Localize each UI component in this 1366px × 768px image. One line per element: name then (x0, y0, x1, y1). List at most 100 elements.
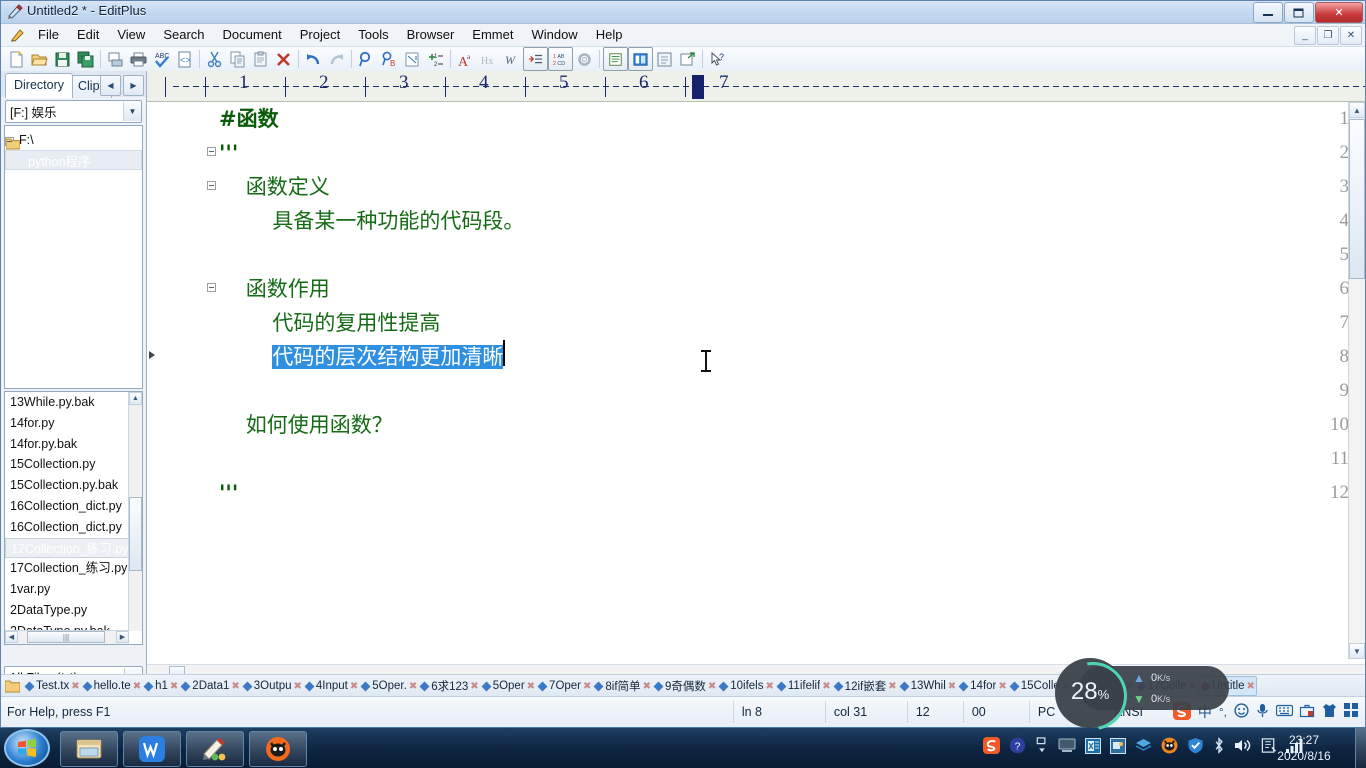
help-pointer-icon[interactable]: ? (706, 48, 729, 70)
list-item[interactable]: 13While.py.bak (5, 392, 142, 413)
document-tab[interactable]: 13Whil ✖ (898, 676, 958, 696)
list-item[interactable]: 2DataType.py (5, 600, 142, 621)
redo-icon[interactable] (325, 48, 348, 70)
code-line[interactable]: 11 (147, 442, 1349, 476)
tree-node-root[interactable]: F:\ (5, 130, 142, 150)
line-numbers-icon[interactable]: 12 (424, 48, 447, 70)
menu-file[interactable]: File (29, 24, 68, 46)
list-item[interactable]: 14for.py.bak (5, 434, 142, 455)
external-browser-icon[interactable] (676, 48, 699, 70)
menu-window[interactable]: Window (522, 24, 586, 46)
close-icon[interactable]: ✖ (294, 681, 302, 692)
code-line[interactable]: 10 如何使用函数？ (147, 408, 1349, 442)
editor-vertical-scrollbar[interactable]: ▲ ▼ (1348, 102, 1365, 659)
tabbar-folder-icon[interactable] (1, 680, 23, 693)
scroll-up-icon[interactable]: ▲ (1349, 102, 1365, 118)
maximize-button[interactable] (1284, 2, 1314, 23)
list-item[interactable]: 15Collection.py (5, 454, 142, 475)
xls-icon[interactable] (1085, 737, 1101, 759)
chevron-down-icon[interactable]: ▼ (123, 102, 141, 121)
menu-project[interactable]: Project (291, 24, 349, 46)
close-icon[interactable]: ✖ (948, 681, 956, 692)
close-icon[interactable]: ✖ (766, 681, 774, 692)
html-toolbar-icon[interactable]: <> (173, 48, 196, 70)
network-speed-widget[interactable]: 28% ▲ ▼ 0K/s 0K/s (1045, 648, 1230, 744)
list-item[interactable]: 14for.py (5, 413, 142, 434)
file-list-horizontal-scrollbar[interactable]: ◀ ||| ▶ (5, 630, 129, 644)
shield-icon[interactable] (1187, 737, 1204, 759)
document-tab[interactable]: 11ifelif ✖ (775, 676, 832, 696)
close-icon[interactable]: ✖ (350, 681, 358, 692)
close-icon[interactable]: ✖ (1247, 681, 1255, 692)
tree-node-python[interactable]: python程序 (5, 137, 142, 170)
document-tab[interactable]: 12if嵌套 ✖ (832, 676, 898, 696)
settings-icon[interactable] (573, 48, 596, 70)
document-tab[interactable]: Test.tx ✖ (23, 676, 81, 696)
show-hidden-icons-icon[interactable] (1035, 737, 1049, 759)
document-tab[interactable]: 6求123 ✖ (418, 676, 479, 696)
volume-icon[interactable] (1234, 738, 1252, 758)
scrollbar-thumb[interactable] (1349, 119, 1365, 279)
code-line[interactable]: 6 函数作用 (147, 272, 1349, 306)
document-tab[interactable]: 4Input ✖ (303, 676, 359, 696)
scroll-right-icon[interactable]: ▶ (116, 631, 129, 643)
code-line[interactable]: 9 (147, 374, 1350, 408)
hex-icon[interactable]: Hx (477, 48, 500, 70)
sort-icon[interactable]: 1 2 AB CD (548, 47, 573, 71)
find-icon[interactable] (355, 48, 378, 70)
toolbox-icon[interactable] (1299, 704, 1315, 721)
indent-icon[interactable] (523, 47, 548, 71)
taskbar-editplus-button[interactable] (186, 731, 244, 767)
new-file-icon[interactable] (5, 48, 28, 70)
file-list-vertical-scrollbar[interactable]: ▲ (128, 392, 142, 631)
mdi-restore-button[interactable]: ❐ (1317, 26, 1339, 45)
code-line[interactable]: 3 函数定义 (147, 170, 1349, 204)
close-icon[interactable]: ✖ (409, 681, 417, 692)
taskbar-clock[interactable]: 23:27 2020/8/16 (1258, 732, 1350, 764)
cut-icon[interactable] (203, 48, 226, 70)
menu-edit[interactable]: Edit (68, 24, 108, 46)
document-tab[interactable]: hello.te ✖ (81, 676, 142, 696)
close-icon[interactable]: ✖ (470, 681, 478, 692)
close-icon[interactable]: ✖ (71, 681, 79, 692)
close-icon[interactable]: ✖ (998, 681, 1006, 692)
help-icon[interactable]: ? (1009, 737, 1026, 759)
document-tab[interactable]: 2Data1 ✖ (179, 676, 240, 696)
screenshot-icon[interactable] (1110, 737, 1126, 759)
fold-toggle-icon[interactable] (207, 147, 216, 156)
replace-icon[interactable]: B (378, 48, 401, 70)
document-tab[interactable]: 8if简单 ✖ (592, 676, 652, 696)
document-tab[interactable]: h1 ✖ (142, 676, 179, 696)
code-view[interactable]: 1 #函数 2 ''' 3 函数定义 4 具备某一种功能的代码段。 5 6 函数作用 7 代码的… (147, 102, 1349, 659)
list-item[interactable]: 15Collection.py.bak (5, 475, 142, 496)
code-line[interactable]: 2 ''' (147, 136, 1349, 170)
user-tools-icon[interactable] (628, 47, 653, 71)
close-icon[interactable]: ✖ (583, 681, 591, 692)
scrollbar-thumb[interactable] (129, 497, 142, 571)
file-list[interactable]: 13While.py.bak 14for.py 14for.py.bak 15C… (4, 391, 143, 645)
browser-preview-icon[interactable] (653, 48, 676, 70)
close-icon[interactable]: ✖ (170, 681, 178, 692)
close-icon[interactable]: ✖ (888, 681, 896, 692)
code-line[interactable]: 4 具备某一种功能的代码段。 (147, 204, 1349, 238)
document-tab[interactable]: 9奇偶数 ✖ (652, 676, 717, 696)
list-item[interactable]: 17Collection_练习.py (5, 558, 142, 579)
menu-emmet[interactable]: Emmet (463, 24, 522, 46)
print-preview-icon[interactable] (104, 48, 127, 70)
paste-icon[interactable] (249, 48, 272, 70)
word-wrap-icon[interactable]: W (500, 48, 523, 70)
save-all-icon[interactable] (74, 48, 97, 70)
drive-select[interactable]: [F:] 娱乐 ▼ (5, 100, 142, 123)
list-item[interactable]: 16Collection_dict.py (5, 496, 142, 517)
mdi-close-button[interactable]: ✕ (1340, 26, 1362, 45)
close-icon[interactable]: ✖ (133, 681, 141, 692)
skin-icon[interactable] (1322, 703, 1337, 721)
list-item[interactable]: 16Collection_dict.py (5, 517, 142, 538)
scroll-up-icon[interactable]: ▲ (129, 392, 142, 405)
list-item[interactable]: 1var.py (5, 579, 142, 600)
show-desktop-button[interactable] (1355, 728, 1366, 768)
menu-tools[interactable]: Tools (349, 24, 397, 46)
document-tab[interactable]: 7Oper ✖ (536, 676, 592, 696)
close-icon[interactable]: ✖ (527, 681, 535, 692)
document-selector-icon[interactable] (603, 47, 628, 71)
